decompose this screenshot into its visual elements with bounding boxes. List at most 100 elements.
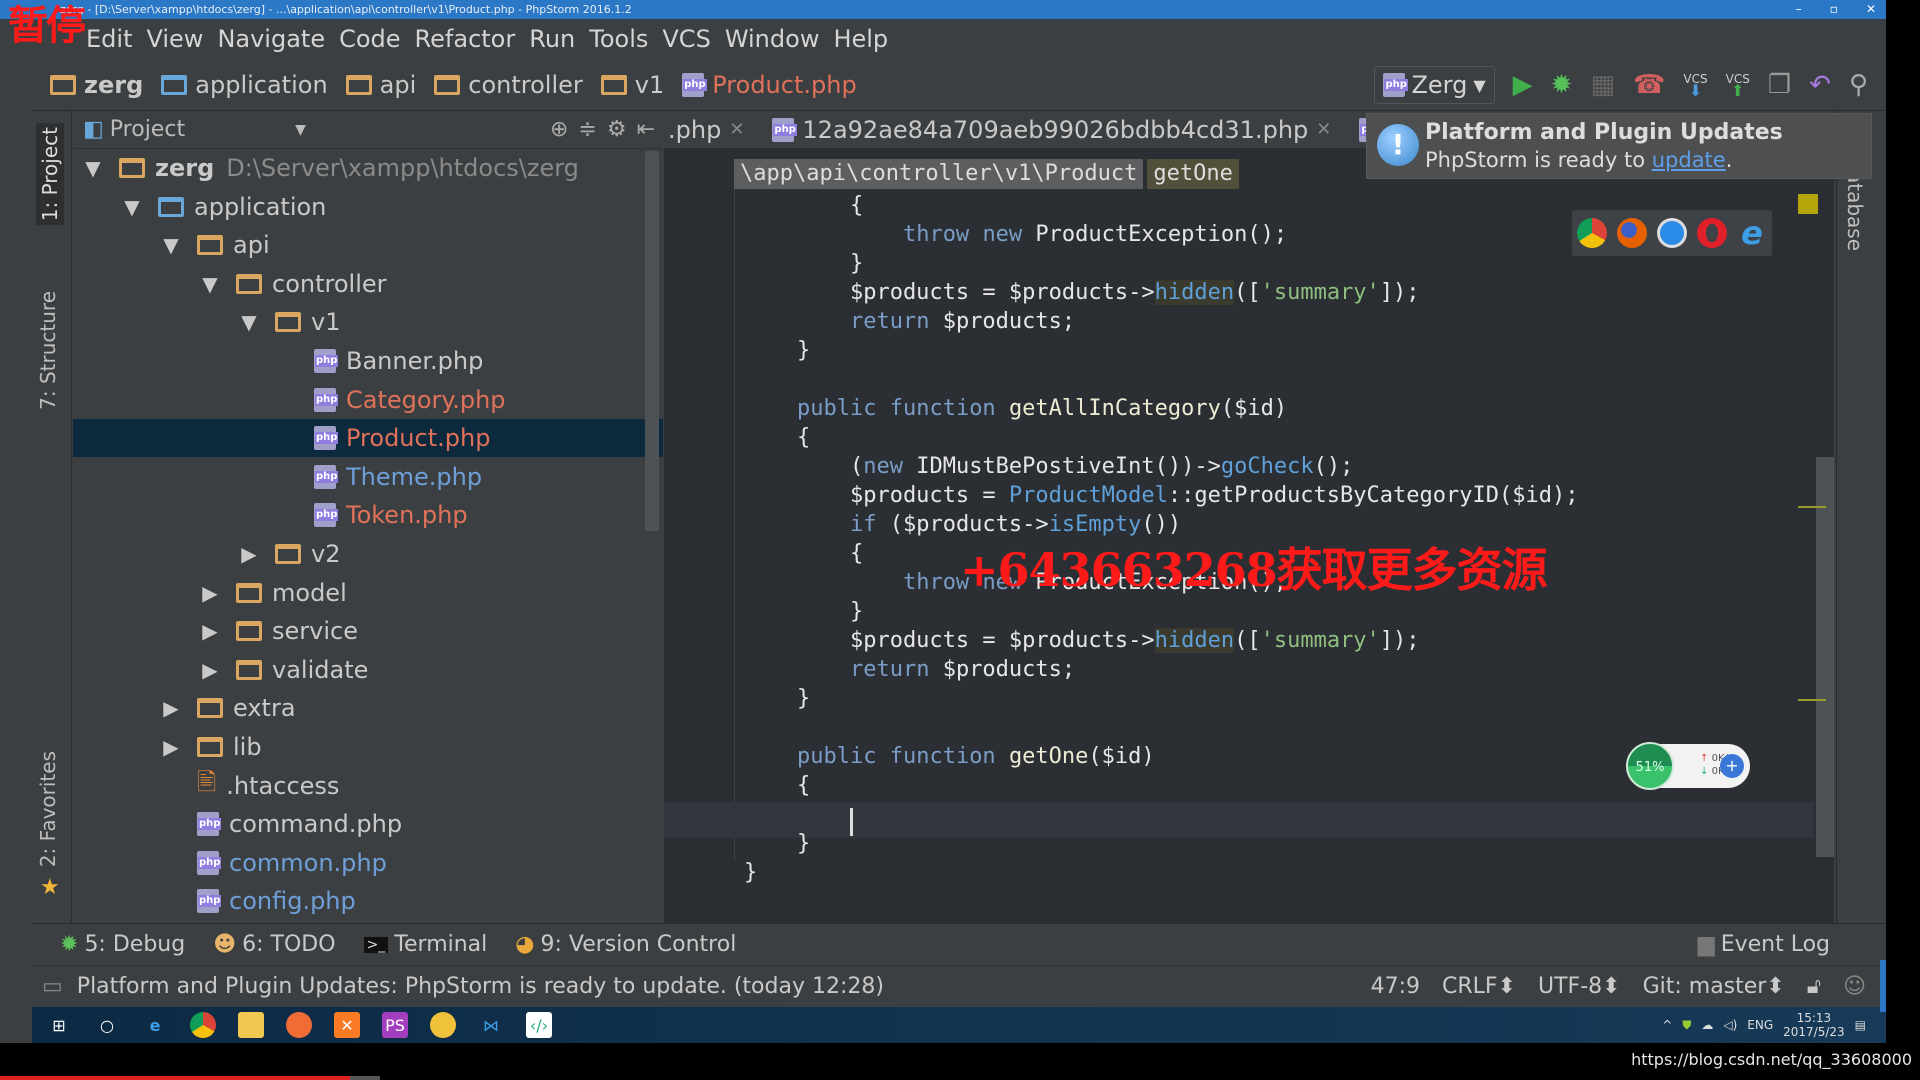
gear-icon[interactable]: ⚙ [607, 117, 627, 142]
history-icon[interactable]: ❐ [1768, 72, 1791, 98]
collapse-arrow-icon[interactable]: ▼ [237, 310, 261, 334]
code-line[interactable] [744, 365, 1578, 394]
tree-item[interactable]: ▶ lib [73, 728, 663, 766]
vcs-commit-icon[interactable]: VCS ⬆ [1726, 73, 1750, 99]
menu-window[interactable]: Window [725, 25, 820, 53]
video-progress-bar[interactable] [0, 1076, 350, 1080]
menu-tools[interactable]: Tools [589, 25, 648, 53]
hide-icon[interactable]: ⇤ [637, 117, 655, 142]
tree-item[interactable]: command.php [73, 805, 663, 843]
security-icon[interactable]: ⛊ [1682, 1018, 1691, 1033]
tree-item[interactable]: ▼ api [73, 226, 663, 264]
revert-icon[interactable]: ↶ [1809, 72, 1831, 98]
tool-tab-terminal[interactable]: >_ Terminal [363, 932, 487, 957]
expand-arrow-icon[interactable]: ▶ [159, 696, 183, 720]
breadcrumb-class[interactable]: \app\api\controller\v1\Product [734, 159, 1144, 189]
toggle-tool-windows-icon[interactable]: ▭ [42, 974, 63, 999]
collapse-arrow-icon[interactable]: ▼ [198, 272, 222, 296]
close-icon[interactable]: ✕ [1866, 0, 1876, 19]
code-line[interactable]: } [744, 829, 1578, 858]
tree-item[interactable]: Banner.php [73, 342, 663, 380]
project-view-select[interactable]: Project [110, 117, 185, 142]
tree-item[interactable]: ▶ v2 [73, 535, 663, 573]
code-line[interactable]: { [744, 771, 1578, 800]
editor-tab[interactable]: 12a92ae84a709aeb99026bdbb4cd31.php✕ [758, 111, 1345, 149]
maximize-icon[interactable]: ▫ [1830, 0, 1838, 19]
breadcrumb-method[interactable]: getOne [1147, 159, 1239, 189]
close-tab-icon[interactable]: ✕ [1316, 119, 1331, 140]
project-scrollbar[interactable] [645, 151, 659, 531]
phpstorm-icon[interactable]: PS [382, 1012, 408, 1038]
code-line[interactable]: (new IDMustBePostiveInt())->goCheck(); [744, 452, 1578, 481]
menu-navigate[interactable]: Navigate [217, 25, 325, 53]
cortana-icon[interactable]: ○ [94, 1012, 120, 1038]
tree-item[interactable]: Theme.php [73, 458, 663, 496]
code-line[interactable]: return $products; [744, 655, 1578, 684]
minimize-icon[interactable]: – [1796, 0, 1802, 19]
editor-tab[interactable]: .php ✕ [664, 111, 758, 149]
tree-item[interactable]: Token.php [73, 496, 663, 534]
crumb-v1[interactable]: v1 [600, 71, 664, 99]
file-explorer-icon[interactable] [238, 1012, 264, 1038]
tree-item[interactable]: common.php [73, 844, 663, 882]
code-line[interactable]: } [744, 684, 1578, 713]
menu-edit[interactable]: Edit [86, 25, 132, 53]
tree-item[interactable]: ▼ controller [73, 265, 663, 303]
volume-icon[interactable]: ◁) [1723, 1018, 1737, 1032]
edge-icon[interactable]: e [142, 1012, 168, 1038]
tool-tab-debug[interactable]: ✹ 5: Debug [60, 932, 185, 957]
update-notification[interactable]: ! Platform and Plugin Updates PhpStorm i… [1366, 113, 1872, 179]
code-line[interactable]: } [744, 336, 1578, 365]
debug-icon[interactable]: ✹ [1551, 72, 1573, 98]
tree-item[interactable]: 🖹︎ .htaccess [73, 767, 663, 805]
app-icon[interactable] [430, 1012, 456, 1038]
error-stripe-marker[interactable] [1798, 699, 1826, 701]
code-line[interactable]: { [744, 423, 1578, 452]
update-link[interactable]: update [1652, 148, 1726, 172]
code-line[interactable]: $products = $products->hidden(['summary'… [744, 626, 1578, 655]
ie-icon[interactable]: e [1737, 217, 1767, 249]
search-icon[interactable]: ⚲ [1849, 72, 1868, 98]
network-speed-widget[interactable]: 51% ↑ 0K/s↓ 0K/s + [1626, 742, 1750, 790]
windows-start-icon[interactable]: ⊞ [46, 1012, 72, 1038]
expand-arrow-icon[interactable]: ▶ [159, 735, 183, 759]
event-log-button[interactable]: ▆ Event Log [1698, 932, 1830, 957]
expand-arrow-icon[interactable]: ▶ [198, 619, 222, 643]
code-line[interactable]: } [744, 597, 1578, 626]
code-line[interactable]: throw new ProductException(); [744, 220, 1578, 249]
vcs-update-icon[interactable]: VCS ⬇ [1683, 73, 1707, 99]
tree-item[interactable]: Product.php [73, 419, 663, 458]
tree-item[interactable]: ▶ model [73, 574, 663, 612]
tree-item[interactable]: ▶ extra [73, 689, 663, 727]
tree-item[interactable]: config.php [73, 882, 663, 920]
crumb-product-php[interactable]: Product.php [682, 71, 857, 99]
vcs-branch-select[interactable]: Git: master⬍ [1643, 974, 1785, 999]
menu-view[interactable]: View [146, 25, 203, 53]
lock-icon[interactable]: 🔓︎ [1807, 974, 1821, 999]
tool-tab-database[interactable]: atabase [1843, 171, 1867, 251]
menu-refactor[interactable]: Refactor [415, 25, 516, 53]
code-line[interactable]: return $products; [744, 307, 1578, 336]
crumb-controller[interactable]: controller [434, 71, 583, 99]
code-line[interactable]: { [744, 191, 1578, 220]
expand-arrow-icon[interactable]: ▼ [81, 156, 105, 180]
code-line[interactable]: $products = $products->hidden(['summary'… [744, 278, 1578, 307]
chevron-down-icon[interactable]: ▼ [295, 122, 306, 138]
close-tab-icon[interactable]: ✕ [729, 119, 744, 140]
collapse-arrow-icon[interactable]: ▼ [159, 233, 183, 257]
code-line[interactable]: $products = ProductModel::getProductsByC… [744, 481, 1579, 510]
clock[interactable]: 15:13 2017/5/23 [1783, 1011, 1845, 1039]
collapse-all-icon[interactable]: ≑ [578, 117, 596, 142]
tree-item[interactable]: Category.php [73, 381, 663, 419]
menu-code[interactable]: Code [339, 25, 400, 53]
tool-tab-project[interactable]: 1: Project [36, 123, 64, 226]
line-separator-select[interactable]: CRLF⬍ [1442, 974, 1516, 999]
encoding-select[interactable]: UTF-8⬍ [1538, 974, 1621, 999]
expand-arrow-icon[interactable]: ▶ [237, 542, 261, 566]
input-language[interactable]: ENG [1747, 1018, 1773, 1032]
vscode-icon[interactable]: ⋈ [478, 1012, 504, 1038]
notification-center-icon[interactable]: ▤ [1855, 1018, 1866, 1032]
chrome-icon[interactable] [190, 1012, 216, 1038]
tool-tab-structure[interactable]: 7: Structure [36, 291, 60, 410]
code-line[interactable]: } [744, 858, 1578, 887]
